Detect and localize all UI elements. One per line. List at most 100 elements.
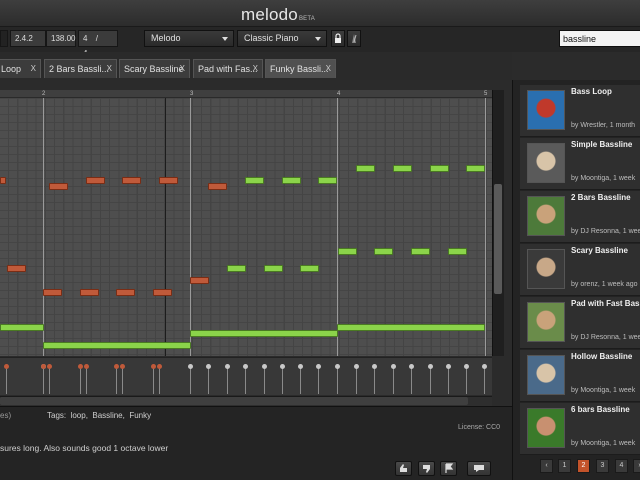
note[interactable]: [80, 289, 99, 296]
close-icon[interactable]: X: [180, 60, 185, 78]
tempo-field[interactable]: 138.00: [46, 30, 76, 47]
library-item-title[interactable]: Bass Loop: [571, 87, 612, 96]
avatar[interactable]: [527, 355, 565, 395]
note[interactable]: [466, 165, 485, 172]
piano-roll-grid[interactable]: [0, 90, 492, 356]
velocity-handle[interactable]: [206, 364, 211, 369]
note[interactable]: [338, 248, 357, 255]
note[interactable]: [264, 265, 283, 272]
note[interactable]: [49, 183, 68, 190]
avatar[interactable]: [527, 196, 565, 236]
velocity-handle[interactable]: [78, 364, 83, 369]
library-item-title[interactable]: Pad with Fast Bass: [571, 299, 640, 308]
note[interactable]: [356, 165, 375, 172]
velocity-handle[interactable]: [409, 364, 414, 369]
velocity-handle[interactable]: [41, 364, 46, 369]
velocity-handle[interactable]: [243, 364, 248, 369]
library-item-title[interactable]: Simple Bassline: [571, 140, 632, 149]
velocity-handle[interactable]: [354, 364, 359, 369]
velocity-handle[interactable]: [225, 364, 230, 369]
velocity-handle[interactable]: [114, 364, 119, 369]
velocity-handle[interactable]: [47, 364, 52, 369]
velocity-handle[interactable]: [84, 364, 89, 369]
velocity-handle[interactable]: [280, 364, 285, 369]
lock-button[interactable]: [331, 30, 345, 47]
note[interactable]: [448, 248, 467, 255]
dislike-button[interactable]: [418, 461, 435, 476]
note[interactable]: [318, 177, 337, 184]
velocity-handle[interactable]: [298, 364, 303, 369]
flag-button[interactable]: [440, 461, 457, 476]
velocity-handle[interactable]: [372, 364, 377, 369]
note[interactable]: [0, 177, 6, 184]
avatar[interactable]: [527, 408, 565, 448]
horizontal-scroll-thumb[interactable]: [0, 397, 468, 405]
library-item-title[interactable]: 2 Bars Bassline: [571, 193, 631, 202]
close-icon[interactable]: X: [31, 60, 36, 78]
velocity-handle[interactable]: [335, 364, 340, 369]
velocity-handle[interactable]: [316, 364, 321, 369]
like-button[interactable]: [395, 461, 412, 476]
note[interactable]: [393, 165, 412, 172]
note[interactable]: [411, 248, 430, 255]
avatar[interactable]: [527, 90, 565, 130]
velocity-handle[interactable]: [151, 364, 156, 369]
note[interactable]: [430, 165, 449, 172]
time-signature-field[interactable]: 4 / 4: [78, 30, 118, 58]
position-display[interactable]: 2.4.2: [10, 30, 46, 47]
pagination-page[interactable]: 4: [615, 459, 628, 473]
pagination-prev[interactable]: ‹: [540, 459, 553, 473]
velocity-handle[interactable]: [120, 364, 125, 369]
close-icon[interactable]: X: [253, 60, 258, 78]
note[interactable]: [245, 177, 264, 184]
velocity-handle[interactable]: [391, 364, 396, 369]
mode-select[interactable]: Melodo: [144, 30, 234, 47]
note[interactable]: [190, 277, 209, 284]
metronome-button[interactable]: [347, 30, 361, 47]
library-item-title[interactable]: 6 bars Bassline: [571, 405, 630, 414]
close-icon[interactable]: X: [326, 60, 331, 78]
velocity-handle[interactable]: [446, 364, 451, 369]
tag-link[interactable]: loop,: [71, 411, 88, 420]
note[interactable]: [0, 324, 44, 331]
note[interactable]: [153, 289, 172, 296]
vertical-scroll-thumb[interactable]: [494, 184, 502, 294]
velocity-handle[interactable]: [262, 364, 267, 369]
velocity-lane[interactable]: [0, 357, 492, 395]
note[interactable]: [116, 289, 135, 296]
tag-link[interactable]: Bassline,: [92, 411, 124, 420]
note[interactable]: [122, 177, 141, 184]
tab-loop[interactable]: Loop X: [0, 59, 41, 78]
library-item-title[interactable]: Scary Bassline: [571, 246, 628, 255]
library-item-title[interactable]: Hollow Bassline: [571, 352, 632, 361]
pagination-next[interactable]: ›: [633, 459, 640, 473]
pagination-page[interactable]: 1: [558, 459, 571, 473]
pagination-page[interactable]: 3: [596, 459, 609, 473]
note[interactable]: [43, 342, 191, 349]
avatar[interactable]: [527, 249, 565, 289]
note[interactable]: [159, 177, 178, 184]
velocity-handle[interactable]: [482, 364, 487, 369]
instrument-select[interactable]: Classic Piano: [237, 30, 327, 47]
note[interactable]: [282, 177, 301, 184]
note[interactable]: [190, 330, 338, 337]
velocity-handle[interactable]: [428, 364, 433, 369]
note[interactable]: [337, 324, 485, 331]
velocity-handle[interactable]: [157, 364, 162, 369]
tab-2-bars-bassline[interactable]: 2 Bars Bassli... X: [44, 59, 117, 78]
avatar[interactable]: [527, 302, 565, 342]
note[interactable]: [300, 265, 319, 272]
note[interactable]: [208, 183, 227, 190]
comment-button[interactable]: [467, 461, 491, 476]
tab-funky-bassline[interactable]: Funky Bassli... X: [265, 59, 336, 78]
velocity-handle[interactable]: [188, 364, 193, 369]
note[interactable]: [43, 289, 62, 296]
close-icon[interactable]: X: [107, 60, 112, 78]
playhead[interactable]: [165, 98, 166, 356]
note[interactable]: [86, 177, 105, 184]
velocity-handle[interactable]: [464, 364, 469, 369]
pagination-page-current[interactable]: 2: [577, 459, 590, 473]
search-input[interactable]: [559, 30, 640, 47]
note[interactable]: [7, 265, 26, 272]
velocity-handle[interactable]: [4, 364, 9, 369]
